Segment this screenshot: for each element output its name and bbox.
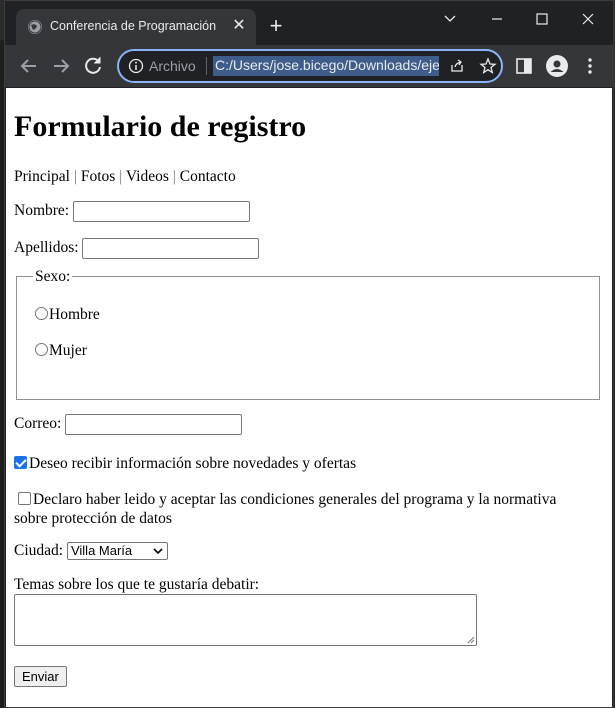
close-tab-icon[interactable]: ✕ <box>230 17 248 35</box>
omnibox-divider <box>206 57 207 75</box>
nav-link-fotos[interactable]: Fotos <box>81 168 115 185</box>
browser-tab[interactable]: Conferencia de Programación ✕ <box>16 9 256 45</box>
tab-title: Conferencia de Programación <box>50 19 217 33</box>
ciudad-selected-value: Villa María <box>70 543 133 559</box>
nombre-row: Nombre: <box>14 201 250 222</box>
terms-label-line2: sobre protección de datos <box>14 510 172 527</box>
page-content: Formulario de registro Principal | Fotos… <box>6 88 612 707</box>
side-panel-icon[interactable] <box>513 55 535 77</box>
reload-icon[interactable] <box>81 54 105 78</box>
radio-option-mujer[interactable]: Mujer <box>35 342 87 360</box>
globe-icon <box>28 20 42 34</box>
newsletter-label: Deseo recibir información sobre novedade… <box>29 455 357 472</box>
browser-toolbar: Archivo C:/Users/jose.bicego/Downloads/e… <box>5 45 613 87</box>
nav-link-principal[interactable]: Principal <box>14 168 70 185</box>
page-title: Formulario de registro <box>14 110 307 143</box>
omnibox-scheme-label: Archivo <box>149 58 196 74</box>
radio-hombre-label: Hombre <box>49 306 100 323</box>
sexo-fieldset: Sexo: Hombre Mujer <box>16 268 600 400</box>
chevron-down-icon <box>153 548 163 555</box>
resize-grip-icon[interactable] <box>467 636 475 644</box>
apellidos-row: Apellidos: <box>14 238 260 259</box>
terms-label-line1: Declaro haber leido y aceptar las condic… <box>33 491 557 508</box>
tab-search-icon[interactable] <box>430 7 470 31</box>
bookmark-star-icon[interactable] <box>479 57 497 80</box>
terms-row[interactable]: Declaro haber leido y aceptar las condic… <box>14 490 556 528</box>
back-arrow-icon[interactable] <box>17 54 41 78</box>
nombre-label: Nombre: <box>14 202 70 220</box>
terms-checkbox[interactable] <box>18 492 31 505</box>
nombre-input[interactable] <box>72 201 250 222</box>
new-tab-icon[interactable]: + <box>265 15 287 37</box>
newsletter-checkbox[interactable] <box>14 456 27 469</box>
maximize-icon[interactable] <box>522 7 562 31</box>
nav-separator: | <box>73 168 77 185</box>
nav-separator: | <box>119 168 123 185</box>
newsletter-row[interactable]: Deseo recibir información sobre novedade… <box>14 455 356 473</box>
forward-arrow-icon[interactable] <box>49 54 73 78</box>
radio-hombre[interactable] <box>35 307 48 320</box>
nav-link-contacto[interactable]: Contacto <box>180 168 236 185</box>
correo-label: Correo: <box>14 415 62 433</box>
sexo-legend: Sexo: <box>33 268 73 286</box>
ciudad-label: Ciudad: <box>14 542 64 559</box>
url-text[interactable]: C:/Users/jose.bicego/Downloads/ejercicio <box>213 56 439 76</box>
ciudad-row: Ciudad: Villa María <box>14 542 168 561</box>
apellidos-input[interactable] <box>82 238 260 259</box>
radio-option-hombre[interactable]: Hombre <box>35 306 100 324</box>
submit-button[interactable]: Enviar <box>14 666 67 687</box>
menu-kebab-icon[interactable] <box>579 55 601 77</box>
share-icon[interactable] <box>449 58 465 79</box>
radio-mujer-label: Mujer <box>49 342 87 359</box>
correo-input[interactable] <box>65 414 243 435</box>
temas-textarea[interactable] <box>14 594 477 646</box>
apellidos-label: Apellidos: <box>14 239 79 257</box>
nav-separator: | <box>172 168 176 185</box>
nav-link-videos[interactable]: Videos <box>126 168 169 185</box>
address-bar[interactable]: Archivo C:/Users/jose.bicego/Downloads/e… <box>117 49 503 83</box>
profile-avatar-icon[interactable] <box>546 55 568 77</box>
radio-mujer[interactable] <box>35 343 48 356</box>
browser-window: Conferencia de Programación ✕ + Archivo … <box>4 0 614 708</box>
close-window-icon[interactable] <box>568 7 608 31</box>
ciudad-select[interactable]: Villa María <box>66 542 168 561</box>
site-nav: Principal | Fotos | Videos | Contacto <box>14 168 236 186</box>
minimize-icon[interactable] <box>477 7 517 31</box>
title-bar: Conferencia de Programación ✕ + <box>5 1 613 45</box>
info-icon[interactable] <box>128 58 144 79</box>
temas-label: Temas sobre los que te gustaría debatir: <box>14 576 260 593</box>
correo-row: Correo: <box>14 414 243 435</box>
